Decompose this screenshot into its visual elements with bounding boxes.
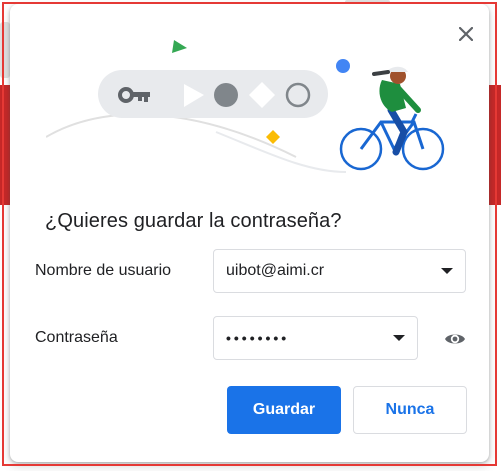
chevron-down-icon xyxy=(393,335,405,341)
eye-icon xyxy=(445,334,465,344)
cyclist-illustration xyxy=(339,66,445,171)
never-button[interactable]: Nunca xyxy=(353,386,467,434)
password-key-illustration xyxy=(46,40,445,173)
password-label: Contraseña xyxy=(35,329,118,346)
close-button[interactable] xyxy=(454,22,478,46)
background-banner xyxy=(489,85,501,205)
background-page-element xyxy=(0,22,10,78)
password-value: •••••••• xyxy=(226,330,290,346)
username-label: Nombre de usuario xyxy=(35,262,172,279)
dialog-title: ¿Quieres guardar la contraseña? xyxy=(45,210,342,232)
username-value: uibot@aimi.cr xyxy=(226,262,325,279)
dot-shape-icon xyxy=(214,83,238,107)
close-icon xyxy=(459,27,473,41)
show-password-button[interactable] xyxy=(441,325,469,353)
username-dropdown[interactable]: uibot@aimi.cr xyxy=(213,249,466,293)
chevron-down-icon xyxy=(441,268,453,274)
password-dropdown[interactable]: •••••••• xyxy=(213,316,418,360)
save-button[interactable]: Guardar xyxy=(227,386,341,434)
